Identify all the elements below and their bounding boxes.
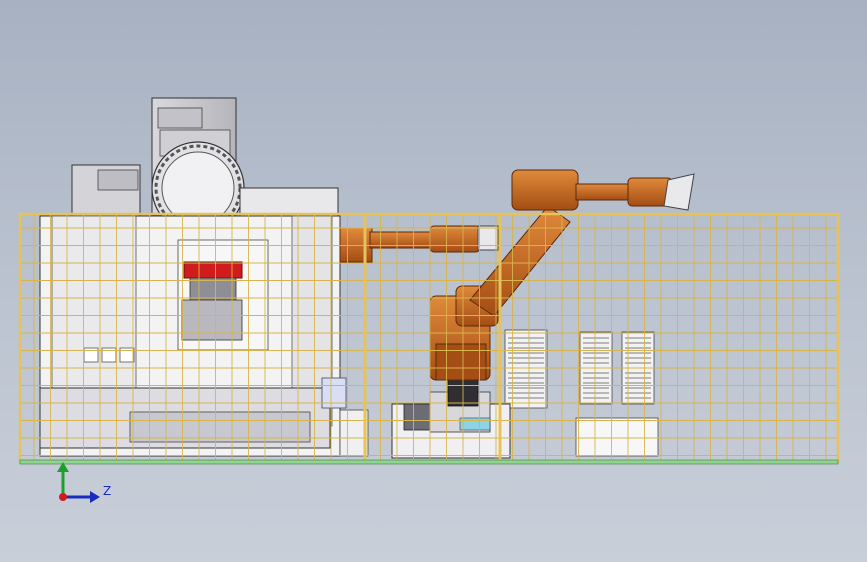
robot2-forearm <box>575 183 633 201</box>
spindle-red-ring <box>183 261 243 279</box>
rack-left <box>504 329 548 409</box>
upper-block <box>239 187 339 217</box>
z-axis-label: Z <box>103 484 112 498</box>
spindle-lower <box>181 299 243 341</box>
pedestal-cyan-plate <box>459 417 491 431</box>
origin-dot-icon <box>59 493 67 501</box>
cad-viewport[interactable]: Z <box>0 0 867 562</box>
rack-base <box>575 417 659 457</box>
pedestal-motor <box>403 403 433 431</box>
robot1-base-lower <box>435 343 487 381</box>
robot2-upper-arm <box>469 205 571 317</box>
body-left-panel <box>51 215 137 417</box>
workpiece-racks <box>504 329 659 457</box>
robot-cell-assembly-drawing <box>18 97 840 503</box>
robot2-elbow <box>511 169 579 211</box>
column-detail <box>97 169 139 191</box>
spindle-body <box>189 277 237 301</box>
cnc-machine-tool <box>39 97 369 457</box>
robot-pedestal <box>391 379 511 459</box>
coordinate-triad <box>57 462 100 503</box>
coolant-box <box>321 377 347 409</box>
robot1-gripper <box>477 225 499 251</box>
robot1-wrist-link <box>339 227 373 263</box>
robot2-gripper <box>663 173 695 211</box>
head-panel <box>157 107 203 129</box>
z-axis-arrowhead-icon <box>90 491 100 503</box>
base-lower <box>129 411 311 443</box>
floor-plate <box>19 459 839 465</box>
robot1-elbow <box>429 225 481 253</box>
